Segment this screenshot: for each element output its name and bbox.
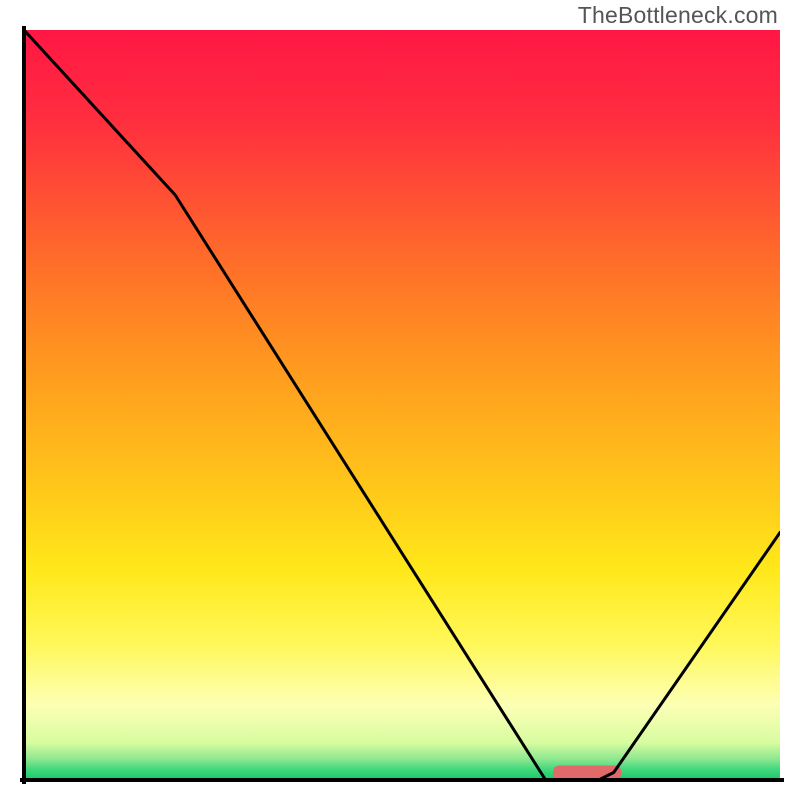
chart-container: TheBottleneck.com	[0, 0, 800, 800]
gradient-background	[24, 30, 780, 780]
attribution-text: TheBottleneck.com	[578, 2, 778, 29]
bottleneck-chart	[0, 0, 800, 800]
